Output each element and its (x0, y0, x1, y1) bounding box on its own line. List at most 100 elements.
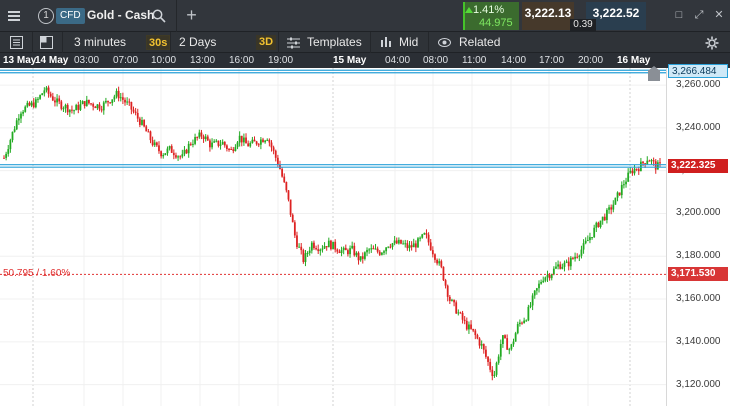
candle-body (234, 147, 237, 152)
candle-body (459, 312, 462, 314)
plus-icon[interactable]: + (176, 0, 206, 32)
candle-body (90, 103, 92, 105)
candle-body (332, 241, 334, 250)
interval-badge[interactable]: 30s (146, 35, 171, 50)
sell-price-button[interactable]: 3,222.13 (522, 2, 574, 30)
restore-icon[interactable]: □ (672, 8, 686, 22)
period-selector[interactable]: 2 Days (179, 32, 216, 53)
gear-icon[interactable] (705, 36, 719, 50)
candle-body (138, 118, 141, 125)
price-chart[interactable]: 3,260.0003,240.0003,220.0003,200.0003,18… (0, 64, 730, 406)
change-value: 44.975 (479, 17, 513, 29)
candle-body (397, 239, 400, 244)
candle-body (383, 251, 385, 253)
candle-body (546, 274, 549, 278)
panel-icon[interactable] (10, 36, 23, 49)
candle-body (576, 256, 579, 258)
candle-body (228, 148, 230, 150)
candle-body (359, 256, 362, 261)
candle-body (436, 259, 438, 264)
candle-body (364, 252, 366, 259)
interval-selector[interactable]: 3 minutes (74, 32, 126, 53)
candle-body (153, 142, 156, 146)
candle-body (444, 280, 447, 286)
candle-body (527, 306, 530, 321)
alert-bell-icon[interactable] (648, 66, 660, 81)
chart-mode-badge[interactable]: 3D (256, 35, 277, 50)
candle-body (247, 143, 250, 147)
alert-level-tag[interactable]: 3,266.484 (668, 64, 728, 79)
candle-body (88, 99, 90, 104)
candle-body (482, 344, 485, 350)
candle-body (603, 216, 606, 221)
candle-body (7, 149, 10, 154)
related-icon[interactable] (438, 36, 451, 49)
candle-body (240, 135, 243, 143)
candle-body (446, 285, 449, 297)
time-label: 14 May (35, 55, 69, 66)
price-tick-label: 3,120.000 (676, 378, 721, 390)
candle-body (480, 344, 483, 346)
candle-body (472, 328, 475, 331)
close-icon[interactable]: ✕ (712, 8, 726, 22)
candle-body (45, 87, 48, 91)
candle-body (370, 248, 373, 250)
related-button[interactable]: Related (459, 32, 500, 53)
instrument-name[interactable]: Gold - Cash (87, 8, 154, 22)
candle-body (510, 344, 513, 350)
search-icon[interactable] (152, 9, 166, 23)
candle-body (238, 135, 241, 143)
candle-body (143, 119, 146, 127)
candle-body (353, 245, 356, 256)
hamburger-icon[interactable] (4, 6, 24, 26)
candle-body (255, 141, 258, 145)
candle-body (94, 106, 97, 109)
time-label: 03:00 (74, 55, 100, 66)
candle-body (192, 143, 194, 145)
candle-body (374, 248, 377, 250)
candle-body (476, 335, 479, 339)
candle-body (465, 320, 468, 330)
candle-body (574, 256, 576, 259)
candle-body (648, 160, 651, 162)
candle-body (281, 169, 284, 177)
grid-icon[interactable] (40, 36, 53, 49)
candle-body (300, 246, 303, 251)
candlestick-chart[interactable] (0, 68, 730, 406)
candle-body (79, 104, 82, 110)
price-mode-selector[interactable]: Mid (399, 32, 418, 53)
templates-icon[interactable] (287, 36, 300, 49)
expand-icon[interactable]: ⤢ (692, 8, 706, 22)
candle-body (589, 237, 591, 241)
candle-body (525, 320, 528, 322)
templates-button[interactable]: Templates (307, 32, 362, 53)
time-label: 20:00 (578, 55, 604, 66)
candle-body (521, 322, 523, 324)
candle-body (47, 87, 50, 94)
candle-body (646, 160, 649, 165)
candle-body (478, 338, 481, 346)
candle-body (400, 239, 402, 244)
price-tick-label: 3,180.000 (676, 250, 721, 262)
candle-body (105, 100, 107, 103)
change-percent: 1.41% (464, 4, 505, 16)
candle-body (595, 222, 598, 228)
candle-body (226, 145, 228, 149)
candle-body (623, 184, 625, 186)
time-label: 04:00 (385, 55, 411, 66)
candle-body (211, 142, 213, 148)
candle-body (3, 157, 5, 159)
candle-body (183, 149, 186, 155)
stop-level-tag[interactable]: 3,171.530 (668, 267, 728, 282)
candle-body (28, 102, 31, 106)
candle-body (172, 152, 175, 156)
candle-body (635, 168, 638, 170)
candle-body (119, 97, 122, 99)
price-mode-icon[interactable] (380, 36, 393, 49)
candle-body (408, 245, 411, 249)
candle-body (73, 110, 75, 112)
candle-body (535, 288, 538, 291)
workspace-number-badge[interactable]: 1 (38, 8, 54, 24)
candle-body (32, 102, 35, 108)
candle-body (189, 143, 192, 145)
